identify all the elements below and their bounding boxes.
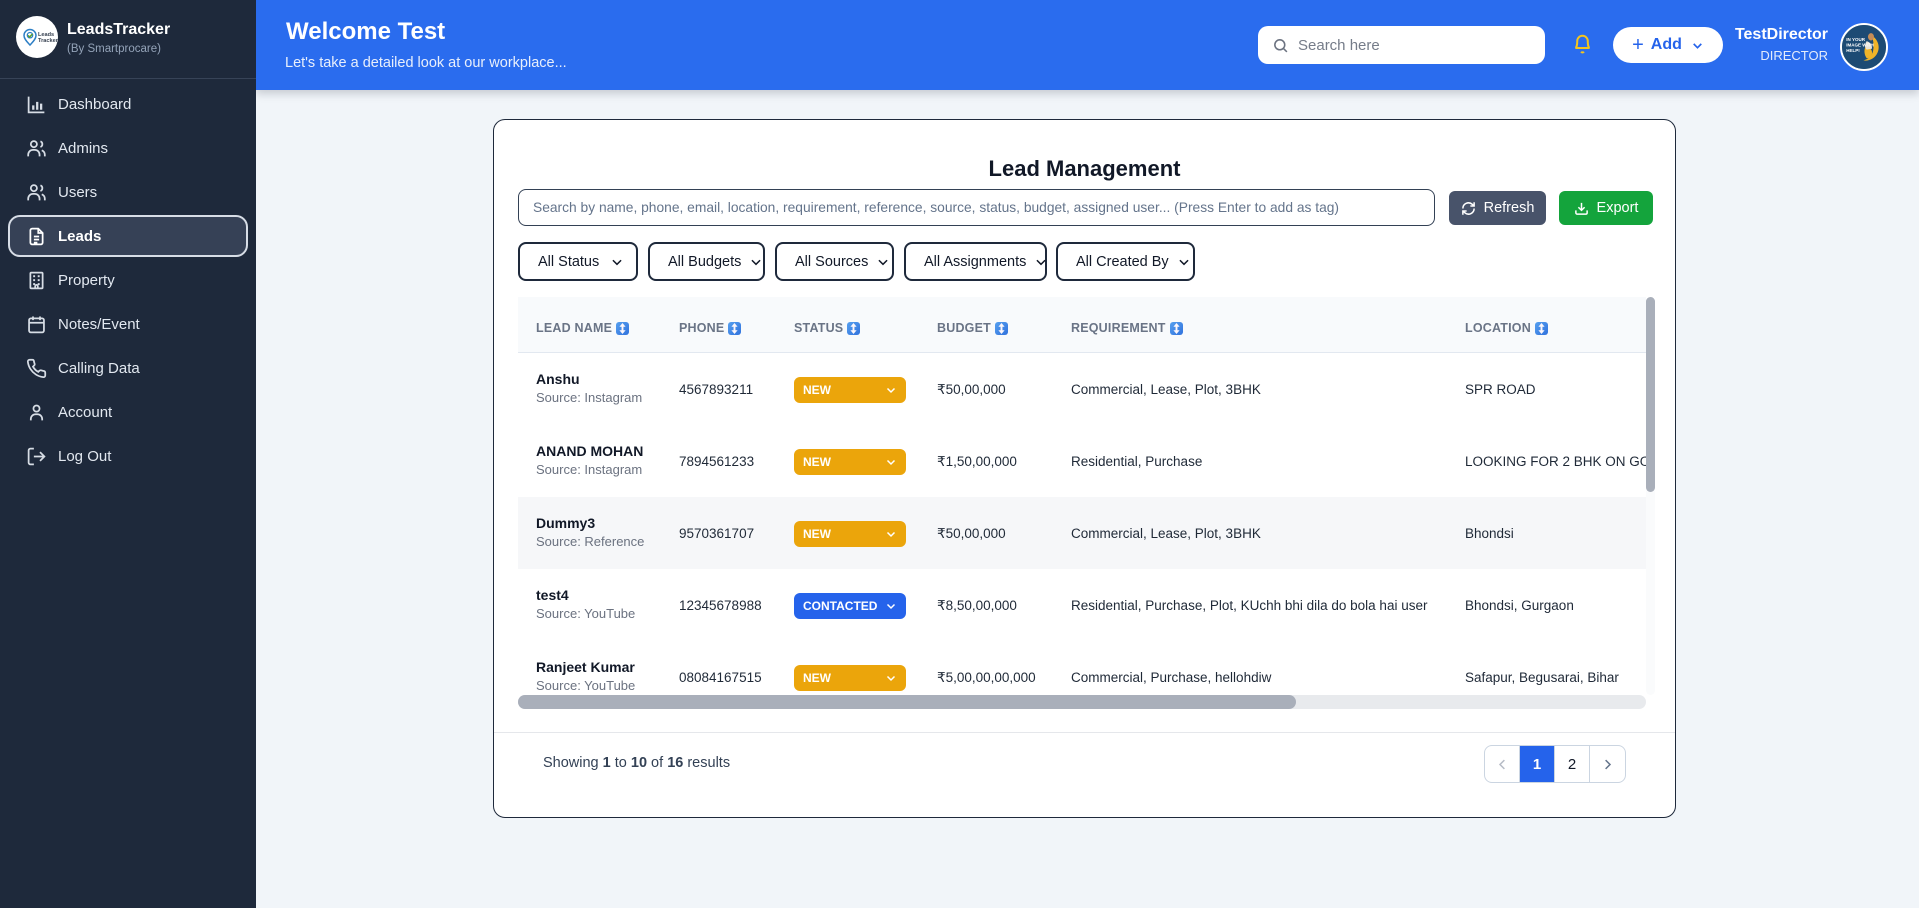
svg-text:IN YOUR: IN YOUR [1846, 37, 1865, 42]
svg-text:IMAGE WITH: IMAGE WITH [1846, 42, 1874, 47]
svg-text:HELP!: HELP! [1846, 48, 1860, 53]
svg-text:Tracker: Tracker [38, 38, 58, 44]
